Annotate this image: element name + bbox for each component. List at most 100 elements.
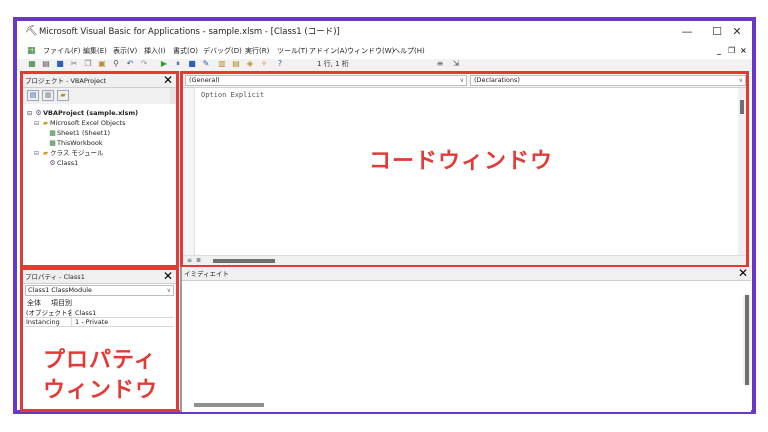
scroll-thumb[interactable] xyxy=(740,100,744,114)
code-line[interactable]: Option Explicit xyxy=(201,91,264,100)
menu-edit[interactable]: 編集(E) xyxy=(83,46,107,56)
code-margin[interactable] xyxy=(183,88,195,255)
procedure-combo-value: (Declarations) xyxy=(474,76,520,84)
property-name: (オブジェクト名) xyxy=(26,309,72,318)
menu-run[interactable]: 実行(R) xyxy=(245,46,269,56)
property-row[interactable]: Instancing 1 - Private xyxy=(25,318,174,327)
properties-window-label-line1: プロパティ xyxy=(43,348,157,373)
tree-label: Class1 xyxy=(57,159,79,167)
menu-insert[interactable]: 挿入(I) xyxy=(144,46,166,56)
help-icon[interactable]: ? xyxy=(275,59,285,69)
properties-pane-title: プロパティ - Class1 xyxy=(25,273,85,281)
menu-addins[interactable]: アドイン(A) xyxy=(309,46,347,56)
tree-label: Microsoft Excel Objects xyxy=(50,119,126,127)
immediate-pane-close-icon[interactable]: ✕ xyxy=(737,267,749,280)
immediate-vertical-scrollbar[interactable] xyxy=(743,295,751,385)
procedure-view-icon[interactable]: ≡ xyxy=(186,257,193,264)
project-pane-toolbar: ▤ ▦ ▰ xyxy=(23,88,176,104)
properties-pane-close-icon[interactable]: ✕ xyxy=(162,270,174,283)
object-browser-icon[interactable]: ◈ xyxy=(245,59,255,69)
properties-object-select[interactable]: Class1 ClassModule ∨ xyxy=(25,285,174,296)
folder-icon: ▰ xyxy=(42,119,49,127)
view-object-icon[interactable]: ▦ xyxy=(42,90,54,101)
paste-icon[interactable]: ▣ xyxy=(97,59,107,69)
project-pane-close-icon[interactable]: ✕ xyxy=(162,74,174,87)
menu-window[interactable]: ウィンドウ(W) xyxy=(347,46,394,56)
design-mode-icon[interactable]: ✎ xyxy=(201,59,211,69)
view-code-icon[interactable]: ▤ xyxy=(27,90,39,101)
project-pane-scroll[interactable] xyxy=(170,88,176,104)
break-icon[interactable]: ⏸ xyxy=(173,59,183,69)
copy-icon[interactable]: ❐ xyxy=(83,59,93,69)
mdi-restore-button[interactable]: ❐ xyxy=(728,45,735,57)
code-window-label: コードウィンドウ xyxy=(369,149,554,174)
redo-icon[interactable]: ↷ xyxy=(139,59,149,69)
tree-node-sheet1[interactable]: ▦Sheet1 (Sheet1) xyxy=(25,128,174,138)
property-row[interactable]: (オブジェクト名) Class1 xyxy=(25,309,174,318)
properties-window-icon[interactable]: ▤ xyxy=(231,59,241,69)
property-value[interactable]: 1 - Private xyxy=(75,318,108,327)
tab-alphabetic[interactable]: 全体 xyxy=(27,298,41,308)
tree-node-excel-objects[interactable]: ⊟ ▰ Microsoft Excel Objects xyxy=(25,118,174,128)
mdi-minimize-button[interactable]: _ xyxy=(717,45,721,57)
close-button[interactable]: ✕ xyxy=(722,23,752,41)
code-vertical-scrollbar[interactable] xyxy=(738,88,746,255)
minimize-button[interactable]: — xyxy=(672,23,702,41)
menu-debug[interactable]: デバッグ(D) xyxy=(203,46,242,56)
menu-format[interactable]: 書式(O) xyxy=(173,46,198,56)
object-combo[interactable]: (General) ∨ xyxy=(185,75,467,86)
find-icon[interactable]: ⚲ xyxy=(111,59,121,69)
title-bar: ⛏ Microsoft Visual Basic for Application… xyxy=(17,21,752,43)
chevron-down-icon: ∨ xyxy=(738,77,743,84)
menu-help[interactable]: ヘルプ(H) xyxy=(393,46,425,56)
scroll-thumb[interactable] xyxy=(745,295,749,385)
save-icon[interactable]: ■ xyxy=(55,59,65,69)
immediate-horizontal-scroll-thumb[interactable] xyxy=(194,403,264,407)
code-horizontal-scrollbar[interactable]: ≡ ≣ xyxy=(183,255,746,265)
cut-icon[interactable]: ✂ xyxy=(69,59,79,69)
object-combo-value: (General) xyxy=(189,76,220,84)
full-module-view-icon[interactable]: ≣ xyxy=(195,257,202,264)
tree-label: ThisWorkbook xyxy=(57,139,103,147)
menu-file[interactable]: ファイル(F) xyxy=(43,46,81,56)
project-explorer-icon[interactable]: ▥ xyxy=(217,59,227,69)
property-name: Instancing xyxy=(26,318,72,327)
indent-icon[interactable]: ≡ xyxy=(435,59,445,69)
chevron-down-icon: ∨ xyxy=(459,77,464,84)
toggle-folders-icon[interactable]: ▰ xyxy=(57,90,69,101)
code-combo-bar: (General) ∨ (Declarations) ∨ xyxy=(183,74,746,88)
project-explorer-pane: プロジェクト - VBAProject ✕ ▤ ▦ ▰ ⊟ ⚙VBAProject… xyxy=(20,71,179,268)
toolbar-options-icon[interactable]: ⇲ xyxy=(451,59,461,69)
mdi-close-button[interactable]: × xyxy=(740,45,747,57)
project-icon: ⚙ xyxy=(35,109,42,117)
property-value[interactable]: Class1 xyxy=(75,309,96,318)
tab-categorized[interactable]: 項目別 xyxy=(51,298,72,308)
sheet-icon: ▦ xyxy=(49,129,56,137)
properties-object-value: Class1 ClassModule xyxy=(28,286,93,294)
vbe-window: ⛏ Microsoft Visual Basic for Application… xyxy=(13,17,756,414)
tree-label: クラス モジュール xyxy=(50,149,104,157)
view-excel-icon[interactable]: ▦ xyxy=(27,59,37,69)
standard-toolbar: ▦ ▤ ■ ✂ ❐ ▣ ⚲ ↶ ↷ ▶ ⏸ ■ ✎ ▥ ▤ ◈ ✧ ? 1 行,… xyxy=(17,59,752,71)
tree-node-vbaproject[interactable]: ⊟ ⚙VBAProject (sample.xlsm) xyxy=(25,108,174,118)
tree-node-thisworkbook[interactable]: ▦ThisWorkbook xyxy=(25,138,174,148)
scroll-thumb[interactable] xyxy=(213,259,275,263)
tree-label: Sheet1 (Sheet1) xyxy=(57,129,110,137)
project-tree: ⊟ ⚙VBAProject (sample.xlsm) ⊟ ▰ Microsoft E… xyxy=(25,108,174,168)
cursor-position: 1 行, 1 桁 xyxy=(317,60,349,68)
menu-bar: ▦ ファイル(F) 編集(E) 表示(V) 挿入(I) 書式(O) デバッグ(D… xyxy=(17,43,752,59)
insert-userform-icon[interactable]: ▤ xyxy=(41,59,51,69)
menu-view[interactable]: 表示(V) xyxy=(113,46,137,56)
code-editor[interactable]: Option Explicit コードウィンドウ xyxy=(183,88,738,255)
toolbox-icon[interactable]: ✧ xyxy=(259,59,269,69)
menu-tools[interactable]: ツール(T) xyxy=(277,46,308,56)
tree-node-class1[interactable]: ⚙Class1 xyxy=(25,158,174,168)
undo-icon[interactable]: ↶ xyxy=(125,59,135,69)
chevron-down-icon: ∨ xyxy=(166,287,171,294)
properties-window-label-line2: ウィンドウ xyxy=(43,378,159,403)
reset-icon[interactable]: ■ xyxy=(187,59,197,69)
tree-node-class-modules[interactable]: ⊟ ▰ クラス モジュール xyxy=(25,148,174,158)
excel-document-icon[interactable]: ▦ xyxy=(27,46,38,56)
run-icon[interactable]: ▶ xyxy=(159,59,169,69)
procedure-combo[interactable]: (Declarations) ∨ xyxy=(470,75,746,86)
